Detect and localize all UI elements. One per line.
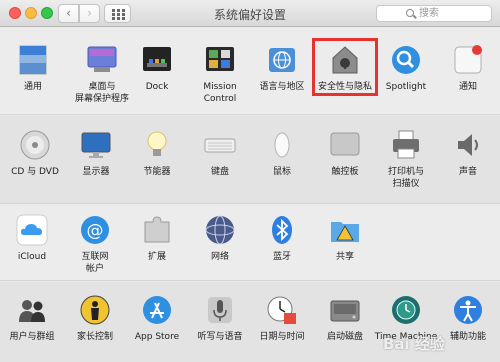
pref-icloud[interactable]: iCloud — [0, 214, 64, 263]
pref-bluetooth[interactable]: 蓝牙 — [250, 214, 314, 263]
parental-controls-icon — [79, 294, 111, 326]
sharing-icon — [329, 214, 361, 246]
pref-internet-accounts[interactable]: @ 互联网 帐户 — [63, 214, 127, 275]
pref-app-store[interactable]: App Store — [125, 294, 189, 343]
search-icon — [406, 9, 414, 17]
mission-control-icon — [204, 44, 236, 76]
cd-dvd-icon — [19, 129, 51, 161]
pref-parental-controls[interactable]: 家长控制 — [63, 294, 127, 343]
desktop-screensaver-icon — [86, 44, 118, 76]
language-region-icon — [266, 44, 298, 76]
pref-cd-dvd[interactable]: CD 与 DVD — [3, 129, 67, 178]
pref-energy-saver[interactable]: 节能器 — [125, 129, 189, 178]
startup-disk-icon — [329, 294, 361, 326]
pref-users-groups[interactable]: 用户与群组 — [0, 294, 64, 343]
pref-language-region[interactable]: 语言与地区 — [250, 44, 314, 93]
pref-date-time[interactable]: 日期与时间 — [250, 294, 314, 343]
search-placeholder: 搜索 — [419, 8, 439, 19]
pref-network[interactable]: 网络 — [188, 214, 252, 263]
pref-dictation-speech[interactable]: 听写与语音 — [188, 294, 252, 343]
pref-sharing[interactable]: 共享 — [313, 214, 377, 263]
extensions-icon — [141, 214, 173, 246]
pref-spotlight[interactable]: Spotlight — [374, 44, 438, 93]
displays-icon — [80, 129, 112, 161]
mouse-icon — [266, 129, 298, 161]
spotlight-icon — [390, 44, 422, 76]
app-store-icon — [141, 294, 173, 326]
energy-saver-icon — [141, 129, 173, 161]
svg-text:@: @ — [87, 221, 104, 241]
icloud-icon — [16, 214, 48, 246]
keyboard-icon — [204, 129, 236, 161]
pref-displays[interactable]: 显示器 — [64, 129, 128, 178]
date-time-icon — [266, 294, 298, 326]
pref-printers-scanners[interactable]: 打印机与 扫描仪 — [374, 129, 438, 190]
search-field[interactable]: 搜索 — [376, 5, 492, 22]
sound-icon — [452, 129, 484, 161]
bluetooth-icon — [266, 214, 298, 246]
accessibility-icon — [452, 294, 484, 326]
pref-general[interactable]: 通用 — [1, 44, 65, 93]
pref-accessibility[interactable]: 辅助功能 — [436, 294, 500, 343]
pref-keyboard[interactable]: 键盘 — [188, 129, 252, 178]
trackpad-icon — [329, 129, 361, 161]
highlight-box — [312, 38, 378, 96]
title-bar: ‹ › 系统偏好设置 搜索 — [0, 0, 500, 27]
pref-trackpad[interactable]: 触控板 — [313, 129, 377, 178]
pref-notifications[interactable]: 通知 — [436, 44, 500, 93]
time-machine-icon — [390, 294, 422, 326]
pref-dock[interactable]: Dock — [125, 44, 189, 93]
general-icon — [17, 44, 49, 76]
internet-accounts-icon: @ — [79, 214, 111, 246]
pref-sound[interactable]: 声音 — [436, 129, 500, 178]
pref-mission-control[interactable]: Mission Control — [188, 44, 252, 105]
dock-icon — [141, 44, 173, 76]
pref-extensions[interactable]: 扩展 — [125, 214, 189, 263]
watermark: Bai 经验 — [383, 335, 445, 353]
notifications-icon — [452, 44, 484, 76]
dictation-speech-icon — [204, 294, 236, 326]
printers-scanners-icon — [390, 129, 422, 161]
network-icon — [204, 214, 236, 246]
pref-startup-disk[interactable]: 启动磁盘 — [313, 294, 377, 343]
pref-mouse[interactable]: 鼠标 — [250, 129, 314, 178]
users-groups-icon — [16, 294, 48, 326]
